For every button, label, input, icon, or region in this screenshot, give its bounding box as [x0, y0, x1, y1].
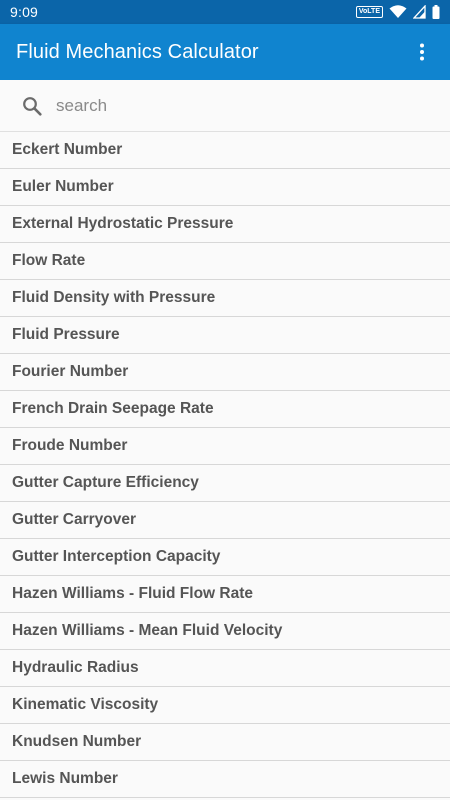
search-input[interactable]: [56, 95, 396, 116]
list-item[interactable]: Knudsen Number: [0, 724, 450, 761]
list-item[interactable]: Hydraulic Radius: [0, 650, 450, 687]
volte-icon: VoLTE: [355, 6, 383, 18]
list-item[interactable]: Fourier Number: [0, 354, 450, 391]
wifi-icon: [389, 5, 407, 18]
list-item[interactable]: Gutter Interception Capacity: [0, 539, 450, 576]
list-item[interactable]: Hazen Williams - Mean Fluid Velocity: [0, 613, 450, 650]
list-item[interactable]: Fluid Density with Pressure: [0, 280, 450, 317]
list-item-label: Gutter Carryover: [12, 511, 137, 528]
list-item[interactable]: Eckert Number: [0, 132, 450, 169]
list-item-label: Fluid Pressure: [12, 326, 120, 343]
status-icons: VoLTE: [355, 5, 440, 19]
list-item[interactable]: Gutter Capture Efficiency: [0, 465, 450, 502]
app-title: Fluid Mechanics Calculator: [16, 40, 259, 63]
list-item-label: Kinematic Viscosity: [12, 696, 159, 713]
list-item-label: Knudsen Number: [12, 733, 142, 750]
list-item-label: Hazen Williams - Mean Fluid Velocity: [12, 622, 283, 639]
list-item[interactable]: Hazen Williams - Fluid Flow Rate: [0, 576, 450, 613]
list-item-label: Flow Rate: [12, 252, 86, 269]
list-item-label: Hazen Williams - Fluid Flow Rate: [12, 585, 253, 602]
list-item[interactable]: Kinematic Viscosity: [0, 687, 450, 724]
list-item-label: Froude Number: [12, 437, 128, 454]
calculator-list: Eckert Number Euler Number External Hydros…: [0, 132, 450, 798]
more-vert-icon: [420, 43, 424, 61]
search-bar: [0, 80, 450, 132]
list-item-label: Eckert Number: [12, 141, 123, 158]
list-item[interactable]: Fluid Pressure: [0, 317, 450, 354]
list-item-label: Lewis Number: [12, 770, 118, 787]
search-icon[interactable]: [22, 96, 42, 116]
status-bar: 9:09 VoLTE: [0, 0, 450, 24]
status-time: 9:09: [10, 4, 39, 20]
list-item[interactable]: Gutter Carryover: [0, 502, 450, 539]
list-item[interactable]: Euler Number: [0, 169, 450, 206]
list-item[interactable]: French Drain Seepage Rate: [0, 391, 450, 428]
cell-signal-icon: [413, 5, 426, 19]
list-item-label: Fluid Density with Pressure: [12, 289, 216, 306]
list-item-label: External Hydrostatic Pressure: [12, 215, 234, 232]
list-item-label: Fourier Number: [12, 363, 129, 380]
overflow-menu-button[interactable]: [402, 32, 442, 72]
list-item[interactable]: Froude Number: [0, 428, 450, 465]
list-item[interactable]: Flow Rate: [0, 243, 450, 280]
battery-icon: [432, 5, 440, 19]
list-item-label: French Drain Seepage Rate: [12, 400, 214, 417]
list-item[interactable]: External Hydrostatic Pressure: [0, 206, 450, 243]
list-item-label: Gutter Interception Capacity: [12, 548, 221, 565]
list-item[interactable]: Lewis Number: [0, 761, 450, 798]
list-item-label: Gutter Capture Efficiency: [12, 474, 199, 491]
list-item-label: Euler Number: [12, 178, 114, 195]
app-bar: Fluid Mechanics Calculator: [0, 24, 450, 80]
list-item-label: Hydraulic Radius: [12, 659, 139, 676]
